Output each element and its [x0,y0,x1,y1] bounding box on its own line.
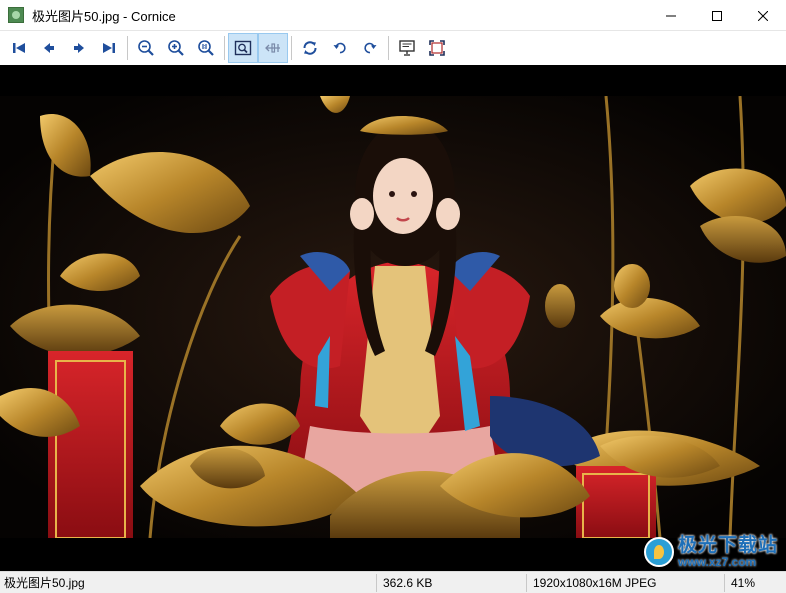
last-image-button[interactable] [94,33,124,63]
watermark-url: www.xz7.com [677,555,757,569]
arrow-right-icon [74,43,84,53]
fit-window-icon [234,40,252,56]
status-zoom: 41% [724,573,786,592]
slideshow-button[interactable] [392,33,422,63]
zoom-original-button[interactable] [191,33,221,63]
close-button[interactable] [740,0,786,31]
arrow-left-icon [44,43,54,53]
maximize-icon [712,10,722,21]
window-title: 极光图片50.jpg - Cornice [32,8,176,24]
next-image-button[interactable] [64,33,94,63]
fit-width-button[interactable] [258,33,288,63]
rotate-right-button[interactable] [355,33,385,63]
skip-last-icon [103,43,115,53]
toolbar-separator [224,36,225,60]
watermark: 极光下载站 www.xz7.com [643,535,778,569]
rotate-left-button[interactable] [325,33,355,63]
status-bar: 极光图片50.jpg 362.6 KB 1920x1080x16M JPEG 4… [0,571,786,593]
zoom-in-icon [168,40,184,56]
fullscreen-icon [429,40,445,56]
redo-icon [364,42,377,54]
close-icon [758,10,768,21]
minimize-icon [666,15,676,16]
status-image-info: 1920x1080x16M JPEG [526,573,724,592]
undo-icon [333,42,346,54]
window-controls [648,0,786,31]
skip-first-icon [13,43,25,53]
toolbar-separator [127,36,128,60]
maximize-button[interactable] [694,0,740,31]
status-filesize: 362.6 KB [376,573,526,592]
watermark-title: 极光下载站 [677,535,778,556]
app-icon [8,7,24,23]
image-viewer[interactable]: 极光下载站 www.xz7.com [0,65,786,571]
toolbar [0,31,786,65]
photo-illustration [0,96,786,538]
title-bar: 极光图片50.jpg - Cornice [0,0,786,31]
zoom-out-button[interactable] [131,33,161,63]
fit-width-icon [265,43,280,53]
zoom-out-icon [138,40,154,56]
zoom-in-button[interactable] [161,33,191,63]
watermark-logo-icon [643,537,674,567]
fullscreen-button[interactable] [422,33,452,63]
previous-image-button[interactable] [34,33,64,63]
toolbar-separator [388,36,389,60]
first-image-button[interactable] [4,33,34,63]
status-filename: 极光图片50.jpg [4,575,85,590]
fit-to-window-button[interactable] [228,33,258,63]
toolbar-separator [291,36,292,60]
rotate-icon [303,41,317,55]
photo [0,96,786,538]
slideshow-icon [399,40,415,56]
minimize-button[interactable] [648,0,694,31]
rotate-button[interactable] [295,33,325,63]
zoom-1to1-icon [198,40,214,56]
